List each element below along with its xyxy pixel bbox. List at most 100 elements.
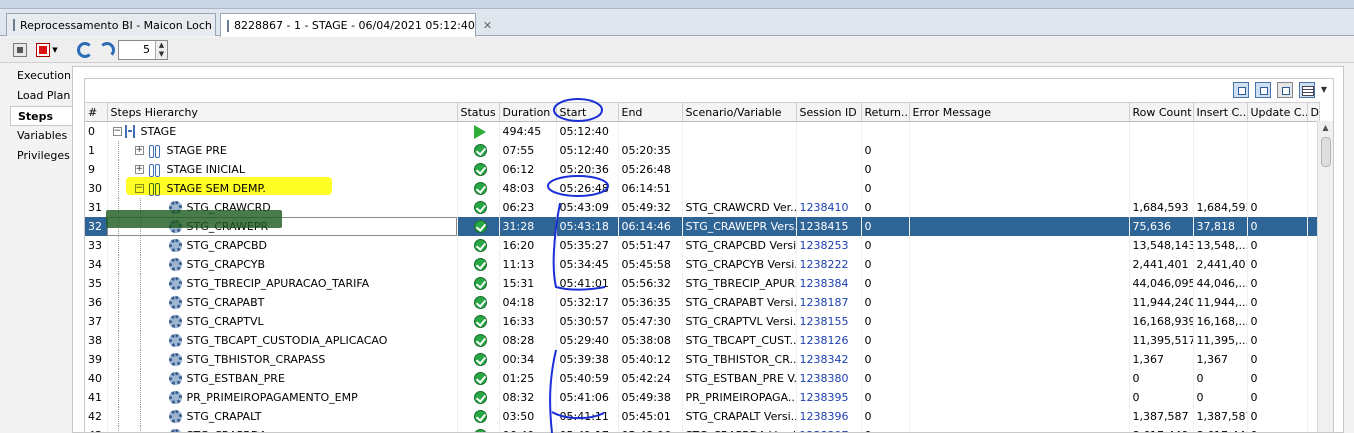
- tree-node: STG_CRAPCBD: [111, 236, 454, 255]
- steps-hierarchy-cell[interactable]: − STAGE: [107, 121, 458, 141]
- column-header[interactable]: #: [85, 102, 108, 122]
- session-id-link[interactable]: 1238342: [800, 353, 849, 366]
- steps-hierarchy-cell[interactable]: STG_CRAPTVL: [107, 312, 458, 331]
- table-row[interactable]: 43 STG_CRAPRDA 06:4005:41:1705:48:06STG_CR…: [85, 426, 1320, 432]
- steps-hierarchy-cell[interactable]: STG_CRAPABT: [107, 293, 458, 312]
- table-row[interactable]: 42 STG_CRAPALT 03:50 05:41:11 05:45:01 STG_CR…: [85, 407, 1320, 426]
- columns-table-icon[interactable]: [1298, 82, 1315, 98]
- filter-icon[interactable]: [1276, 82, 1293, 98]
- expand-icon[interactable]: +: [134, 165, 144, 174]
- expand-icon[interactable]: +: [134, 146, 144, 155]
- end-cell: [618, 121, 683, 141]
- column-header[interactable]: Row Count: [1129, 102, 1194, 122]
- column-header[interactable]: Update C...: [1247, 102, 1308, 122]
- chevron-down-icon[interactable]: ▼: [1321, 82, 1327, 100]
- steps-hierarchy-cell[interactable]: STG_CRAPRDA: [107, 426, 458, 432]
- session-id-link[interactable]: 1238187: [800, 296, 849, 309]
- steps-hierarchy-cell[interactable]: STG_CRAWEPR: [107, 217, 458, 236]
- vertical-scrollbar[interactable]: ▲: [1317, 121, 1333, 432]
- scroll-up-icon[interactable]: ▲: [1318, 121, 1333, 135]
- table-row[interactable]: 34 STG_CRAPCYB 11:13 05:34:45 05:45:58 STG_CR…: [85, 255, 1320, 274]
- steps-hierarchy-cell[interactable]: + STAGE INICIAL: [107, 160, 458, 179]
- refresh-button[interactable]: [76, 41, 94, 59]
- steps-hierarchy-cell[interactable]: STG_TBRECIP_APURACAO_TARIFA: [107, 274, 458, 293]
- steps-hierarchy-cell[interactable]: STG_CRAPALT: [107, 407, 458, 426]
- table-row[interactable]: 9 + STAGE INICIAL 06:12 05:20:36 05:26:48 0: [85, 160, 1320, 179]
- tab-reprocessamento[interactable]: Reprocessamento BI - Maicon Loch ✕: [6, 13, 229, 36]
- sidebar-item-load-plan[interactable]: Load Plan: [10, 86, 72, 106]
- tab-execution[interactable]: 8228867 - 1 - STAGE - 06/04/2021 05:12:4…: [220, 13, 492, 37]
- steps-hierarchy-cell[interactable]: STG_CRAPCBD: [107, 236, 458, 255]
- collapse-all-icon[interactable]: [1254, 82, 1271, 98]
- table-header-row: # Steps Hierarchy Status Duration Start End Sc…: [85, 102, 1320, 122]
- column-header[interactable]: Duration: [499, 102, 557, 122]
- column-header[interactable]: Return...: [861, 102, 910, 122]
- steps-hierarchy-cell[interactable]: + STAGE PRE: [107, 141, 458, 160]
- start-cell: 05:12:40: [556, 121, 619, 141]
- sidebar-item-execution[interactable]: Execution: [10, 66, 72, 86]
- column-header[interactable]: Insert C...: [1193, 102, 1248, 122]
- column-header[interactable]: D: [1307, 102, 1320, 122]
- column-header[interactable]: End: [618, 102, 683, 122]
- column-header[interactable]: Scenario/Variable: [682, 102, 797, 122]
- session-id-link[interactable]: 1238384: [800, 277, 849, 290]
- refresh-interval-stepper[interactable]: 5 ▲ ▼: [118, 40, 168, 60]
- column-header[interactable]: Start: [556, 102, 619, 122]
- session-id-link[interactable]: 1238396: [800, 410, 849, 423]
- tree-guide-line: [139, 217, 141, 236]
- session-id-link[interactable]: 1238155: [800, 315, 849, 328]
- steps-hierarchy-cell[interactable]: STG_TBCAPT_CUSTODIA_APLICACAO: [107, 331, 458, 350]
- view-button[interactable]: [12, 41, 28, 59]
- table-row[interactable]: 30 − STAGE SEM DEMP. 48:03 05:26:48 06:14:51 0: [85, 179, 1320, 198]
- table-row[interactable]: 41 PR_PRIMEIROPAGAMENTO_EMP 08:32 05:41:06 0…: [85, 388, 1320, 407]
- table-row[interactable]: 31 STG_CRAWCRD 06:23 05:43:09 05:49:32 STG_CR…: [85, 198, 1320, 217]
- collapse-icon[interactable]: −: [134, 184, 144, 193]
- steps-hierarchy-cell[interactable]: STG_CRAWCRD: [107, 198, 458, 217]
- expand-all-icon[interactable]: [1232, 82, 1249, 98]
- success-check-icon: [473, 391, 487, 405]
- table-row[interactable]: 38 STG_TBCAPT_CUSTODIA_APLICACAO 08:28 05:2…: [85, 331, 1320, 350]
- collapse-icon[interactable]: −: [112, 127, 122, 136]
- session-id-link[interactable]: 1238395: [800, 391, 849, 404]
- table-row[interactable]: 1 + STAGE PRE 07:55 05:12:40 05:20:35 0: [85, 141, 1320, 160]
- row-number: 34: [85, 255, 108, 274]
- steps-hierarchy-cell[interactable]: PR_PRIMEIROPAGAMENTO_EMP: [107, 388, 458, 407]
- stepper-arrows-icon[interactable]: ▲ ▼: [155, 41, 167, 59]
- auto-refresh-button[interactable]: [98, 41, 116, 59]
- start-cell: 05:26:48: [556, 179, 619, 198]
- session-id-link[interactable]: 1238253: [800, 239, 849, 252]
- session-id-link[interactable]: 1238222: [800, 258, 849, 271]
- steps-hierarchy-cell[interactable]: STG_ESTBAN_PRE: [107, 369, 458, 388]
- session-id-link[interactable]: 1238126: [800, 334, 849, 347]
- column-header[interactable]: Status: [457, 102, 500, 122]
- sidebar-item-privileges[interactable]: Privileges: [10, 146, 72, 166]
- table-row[interactable]: 37 STG_CRAPTVL 16:33 05:30:57 05:47:30 STG_CR…: [85, 312, 1320, 331]
- scrollbar-thumb[interactable]: [1321, 137, 1331, 167]
- column-header[interactable]: Session ID: [796, 102, 862, 122]
- table-row[interactable]: 0− STAGE 494:45 05:12:40: [85, 121, 1320, 141]
- stop-button[interactable]: ▼: [34, 41, 60, 59]
- session-id-link[interactable]: 1238380: [800, 372, 849, 385]
- table-row[interactable]: 32 STG_CRAWEPR 31:28 05:43:18 06:14:46 STG_CR…: [85, 217, 1320, 236]
- start-cell: 05:43:18: [556, 217, 619, 236]
- table-row[interactable]: 36 STG_CRAPABT 04:18 05:32:17 05:36:35 STG_CR…: [85, 293, 1320, 312]
- steps-hierarchy-cell[interactable]: − STAGE SEM DEMP.: [107, 179, 458, 198]
- table-row[interactable]: 35 STG_TBRECIP_APURACAO_TARIFA 15:31 05:41:…: [85, 274, 1320, 293]
- table-row[interactable]: 40 STG_ESTBAN_PRE 01:25 05:40:59 05:42:24 STG…: [85, 369, 1320, 388]
- sidebar-item-variables[interactable]: Variables: [10, 126, 72, 146]
- success-check-icon: [473, 144, 487, 158]
- session-id-link[interactable]: 1238397: [800, 429, 849, 432]
- table-row[interactable]: 33 STG_CRAPCBD 16:20 05:35:27 05:51:47 STG_CR…: [85, 236, 1320, 255]
- close-icon[interactable]: ✕: [483, 19, 492, 32]
- sidebar-item-steps[interactable]: Steps: [10, 106, 72, 126]
- column-header[interactable]: Error Message: [909, 102, 1130, 122]
- start-cell: 05:34:45: [556, 255, 619, 274]
- scenario-gear-icon: [168, 429, 182, 432]
- steps-hierarchy-cell[interactable]: STG_TBHISTOR_CRAPASS: [107, 350, 458, 369]
- steps-hierarchy-cell[interactable]: STG_CRAPCYB: [107, 255, 458, 274]
- session-id-link[interactable]: 1238415: [800, 220, 849, 233]
- table-row[interactable]: 39 STG_TBHISTOR_CRAPASS 00:34 05:39:38 05:40…: [85, 350, 1320, 369]
- column-header[interactable]: Steps Hierarchy: [107, 102, 458, 122]
- session-id-link[interactable]: 1238410: [800, 201, 849, 214]
- refresh-interval-value[interactable]: 5: [119, 41, 155, 59]
